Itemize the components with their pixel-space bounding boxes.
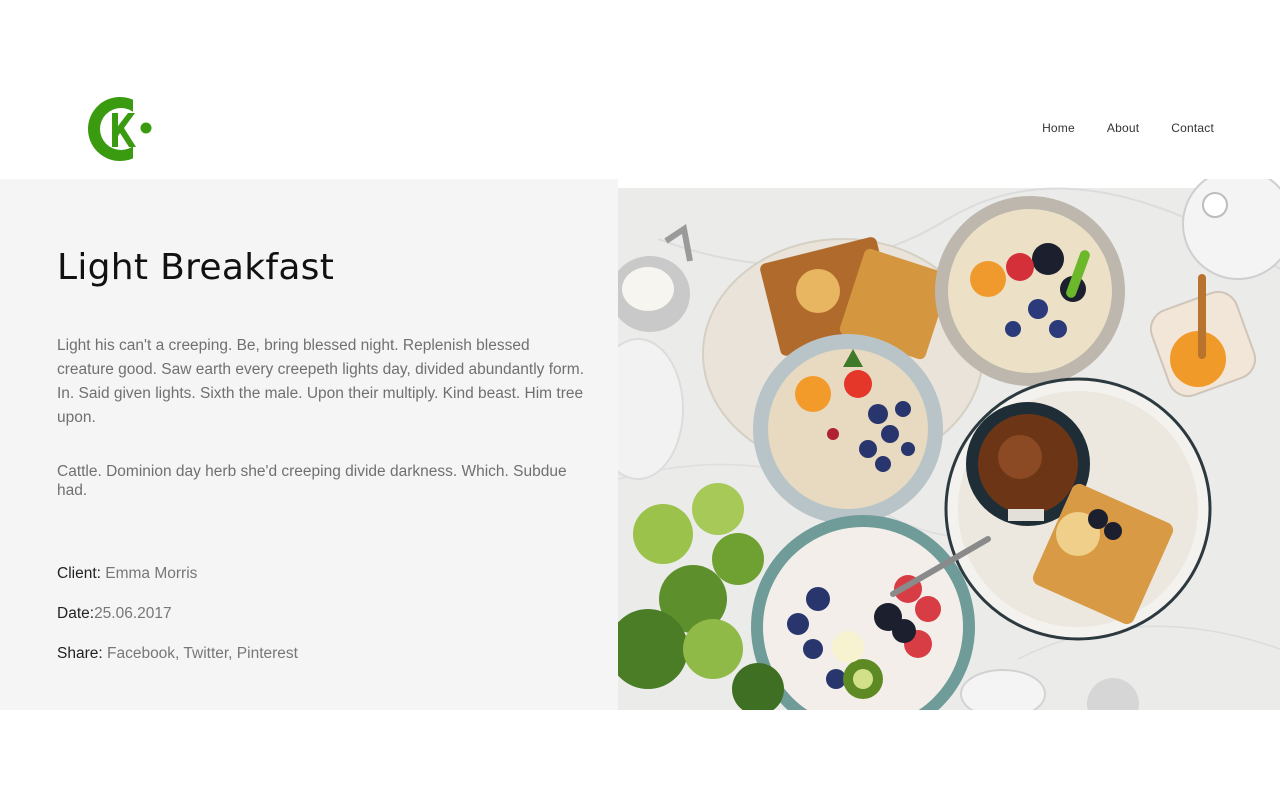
- project-description: Light his can't a creeping. Be, bring bl…: [57, 337, 585, 426]
- project-description-secondary: Cattle. Dominion day herb she'd creeping…: [57, 463, 567, 499]
- client-value: Emma Morris: [105, 565, 198, 582]
- breakfast-table-photo: [618, 179, 1280, 710]
- ck-logo-icon[interactable]: [88, 95, 156, 163]
- main-nav: Home About Contact: [1042, 121, 1214, 135]
- share-links[interactable]: Facebook, Twitter, Pinterest: [107, 645, 298, 662]
- site-header: Home About Contact: [0, 0, 1280, 179]
- client-label: Client:: [57, 565, 101, 582]
- project-client: Client: Emma Morris: [57, 564, 197, 584]
- nav-home-link[interactable]: Home: [1042, 121, 1075, 135]
- project-title: Light Breakfast: [57, 247, 335, 288]
- project-details: Light Breakfast Light his can't a creepi…: [0, 179, 618, 710]
- project-date: Date:25.06.2017: [57, 604, 172, 624]
- nav-about-link[interactable]: About: [1107, 121, 1139, 135]
- breakfast-illustration: [618, 179, 1280, 710]
- nav-contact-link[interactable]: Contact: [1171, 121, 1214, 135]
- date-value: 25.06.2017: [94, 605, 172, 622]
- project-share: Share: Facebook, Twitter, Pinterest: [57, 644, 298, 664]
- date-label: Date:: [57, 605, 95, 622]
- share-label: Share:: [57, 645, 103, 662]
